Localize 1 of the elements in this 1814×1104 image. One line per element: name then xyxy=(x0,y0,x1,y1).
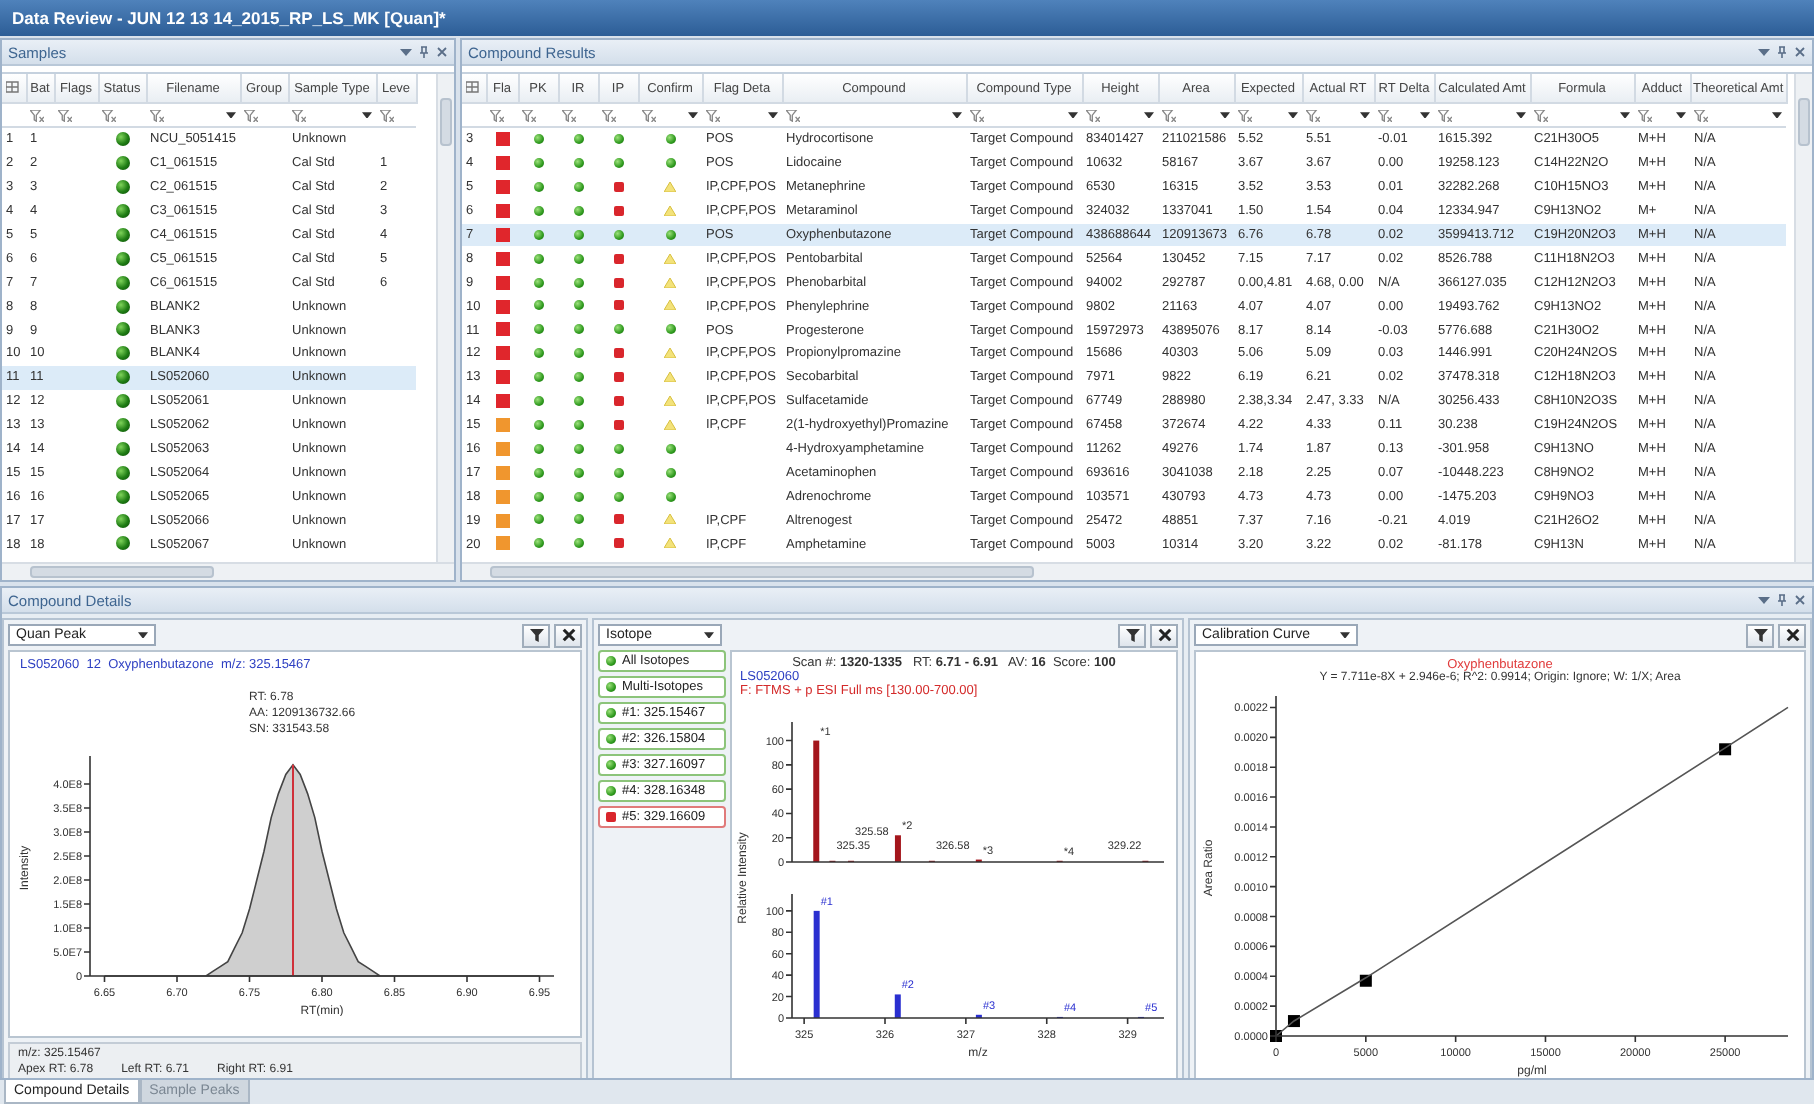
window-title: Data Review - JUN 12 13 14_2015_RP_LS_MK [Quan]* xyxy=(12,8,446,28)
